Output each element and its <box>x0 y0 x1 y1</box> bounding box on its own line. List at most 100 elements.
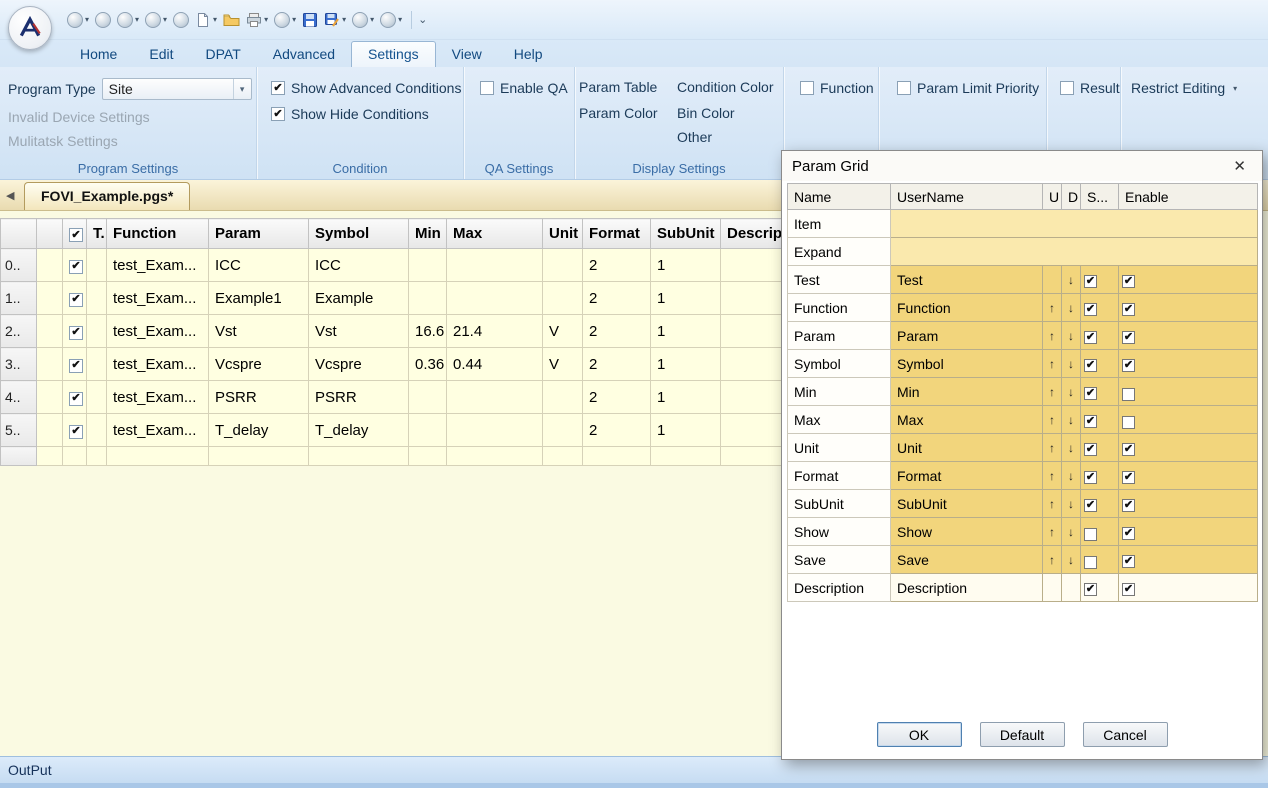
cell-symbol[interactable]: Vcspre <box>309 348 409 381</box>
cell-max[interactable]: 0.44 <box>447 348 543 381</box>
move-up-icon[interactable]: ↑ <box>1043 546 1062 574</box>
cell-subunit[interactable] <box>651 447 721 466</box>
col-min-header[interactable]: Min <box>409 219 447 249</box>
qat-round-button-2[interactable] <box>93 7 113 33</box>
show-checkbox[interactable]: ✔ <box>1084 583 1097 596</box>
row-checkbox[interactable]: ✔ <box>69 293 83 307</box>
indicator-header[interactable] <box>37 219 63 249</box>
col-max-header[interactable]: Max <box>447 219 543 249</box>
enable-checkbox[interactable]: ✔ <box>1122 275 1135 288</box>
row-header[interactable]: 5.. <box>1 414 37 447</box>
cell-format[interactable] <box>583 447 651 466</box>
cell-function[interactable]: test_Exam... <box>107 315 209 348</box>
qat-round-button-7[interactable]: ▾ <box>350 7 376 33</box>
cell-unit[interactable]: V <box>543 315 583 348</box>
cell-unit[interactable] <box>543 282 583 315</box>
cell-function[interactable]: test_Exam... <box>107 381 209 414</box>
ok-button[interactable]: OK <box>877 722 962 747</box>
row-checkbox[interactable]: ✔ <box>69 326 83 340</box>
row-select-cell[interactable]: ✔ <box>63 249 87 282</box>
dropdown-arrow-icon[interactable]: ▾ <box>163 15 167 24</box>
move-up-icon[interactable]: ↑ <box>1043 434 1062 462</box>
row-name[interactable]: SubUnit <box>788 490 891 518</box>
enable-checkbox[interactable] <box>1122 416 1135 429</box>
qat-round-button-3[interactable]: ▾ <box>115 7 141 33</box>
cell-subunit[interactable]: 1 <box>651 348 721 381</box>
row-header[interactable]: 2.. <box>1 315 37 348</box>
dropdown-arrow-icon[interactable]: ▾ <box>85 15 89 24</box>
row-name[interactable]: Show <box>788 518 891 546</box>
row-header[interactable]: 0.. <box>1 249 37 282</box>
cell-max[interactable] <box>447 381 543 414</box>
param-table-button[interactable]: Param Table <box>579 79 657 95</box>
row-header[interactable]: 3.. <box>1 348 37 381</box>
cell-param[interactable]: Example1 <box>209 282 309 315</box>
col-t-header[interactable]: T. <box>87 219 107 249</box>
enable-checkbox[interactable]: ✔ <box>1122 555 1135 568</box>
cell-param[interactable]: Vcspre <box>209 348 309 381</box>
cell-t[interactable] <box>87 381 107 414</box>
save-as-button[interactable]: ▾ <box>322 7 348 33</box>
dialog-title-bar[interactable]: Param Grid ✕ <box>782 151 1262 181</box>
move-down-icon[interactable] <box>1062 574 1081 602</box>
row-name[interactable]: Param <box>788 322 891 350</box>
combo-dropdown-icon[interactable]: ▾ <box>233 79 251 99</box>
tab-dpat[interactable]: DPAT <box>189 42 256 67</box>
cell-unit[interactable] <box>543 447 583 466</box>
cell-symbol[interactable]: Example <box>309 282 409 315</box>
show-checkbox[interactable]: ✔ <box>1084 359 1097 372</box>
qat-round-button-4[interactable]: ▾ <box>143 7 169 33</box>
new-document-button[interactable]: ▾ <box>193 7 219 33</box>
row-name[interactable]: Function <box>788 294 891 322</box>
tab-view[interactable]: View <box>436 42 498 67</box>
cell-format[interactable]: 2 <box>583 414 651 447</box>
row-username[interactable]: Function <box>891 294 1043 322</box>
show-checkbox[interactable]: ✔ <box>1084 415 1097 428</box>
cell-subunit[interactable]: 1 <box>651 414 721 447</box>
default-button[interactable]: Default <box>980 722 1065 747</box>
cell-param[interactable]: ICC <box>209 249 309 282</box>
multitask-settings-button[interactable]: Mulitatsk Settings <box>8 133 118 149</box>
indicator-cell[interactable] <box>37 381 63 414</box>
cell-subunit[interactable]: 1 <box>651 249 721 282</box>
enable-qa-checkbox[interactable]: Enable QA <box>480 80 568 96</box>
tab-help[interactable]: Help <box>498 42 559 67</box>
col-function-header[interactable]: Function <box>107 219 209 249</box>
indicator-cell[interactable] <box>37 282 63 315</box>
cell-param[interactable]: PSRR <box>209 381 309 414</box>
show-checkbox[interactable]: ✔ <box>1084 443 1097 456</box>
enable-checkbox[interactable]: ✔ <box>1122 499 1135 512</box>
row-select-cell[interactable]: ✔ <box>63 414 87 447</box>
move-up-icon[interactable]: ↑ <box>1043 378 1062 406</box>
move-up-icon[interactable] <box>1043 574 1062 602</box>
row-name[interactable]: Description <box>788 574 891 602</box>
row-username[interactable]: Unit <box>891 434 1043 462</box>
dropdown-arrow-icon[interactable]: ▾ <box>370 15 374 24</box>
cell-unit[interactable] <box>543 249 583 282</box>
move-up-icon[interactable]: ↑ <box>1043 322 1062 350</box>
cell-param[interactable]: T_delay <box>209 414 309 447</box>
move-up-icon[interactable]: ↑ <box>1043 294 1062 322</box>
dropdown-arrow-icon[interactable]: ▾ <box>264 15 268 24</box>
cell-symbol[interactable]: T_delay <box>309 414 409 447</box>
cell-max[interactable] <box>447 414 543 447</box>
dropdown-arrow-icon[interactable]: ▾ <box>398 15 402 24</box>
row-header[interactable]: 4.. <box>1 381 37 414</box>
row-username[interactable] <box>891 210 1258 238</box>
cell-function[interactable] <box>107 447 209 466</box>
cell-max[interactable] <box>447 249 543 282</box>
move-down-icon[interactable]: ↓ <box>1062 434 1081 462</box>
move-down-icon[interactable]: ↓ <box>1062 490 1081 518</box>
save-button[interactable] <box>300 7 320 33</box>
tab-settings[interactable]: Settings <box>351 41 436 68</box>
row-select-cell[interactable]: ✔ <box>63 282 87 315</box>
row-select-cell[interactable]: ✔ <box>63 315 87 348</box>
cell-min[interactable] <box>409 282 447 315</box>
row-username[interactable] <box>891 238 1258 266</box>
cell-format[interactable]: 2 <box>583 282 651 315</box>
cell-symbol[interactable]: PSRR <box>309 381 409 414</box>
cell-t[interactable] <box>87 348 107 381</box>
cancel-button[interactable]: Cancel <box>1083 722 1168 747</box>
row-username[interactable]: Format <box>891 462 1043 490</box>
cell-unit[interactable] <box>543 414 583 447</box>
